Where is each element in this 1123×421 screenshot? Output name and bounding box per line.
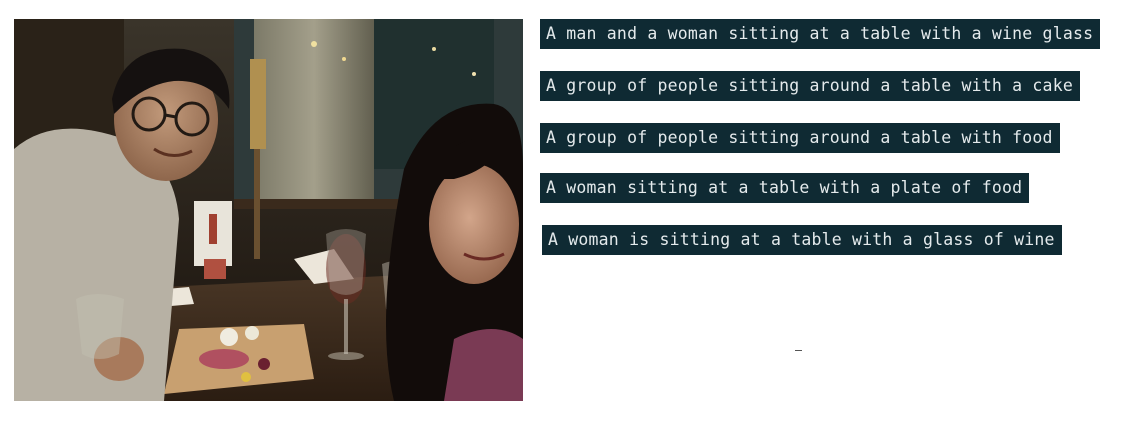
caption-4: A woman sitting at a table with a plate … [540,173,1030,203]
caption-5: A woman is sitting at a table with a gla… [542,225,1062,255]
caption-2: A group of people sitting around a table… [540,71,1080,101]
text-cursor [795,350,802,351]
photo [14,19,523,401]
caption-1: A man and a woman sitting at a table wit… [540,19,1101,49]
caption-3: A group of people sitting around a table… [540,123,1060,153]
